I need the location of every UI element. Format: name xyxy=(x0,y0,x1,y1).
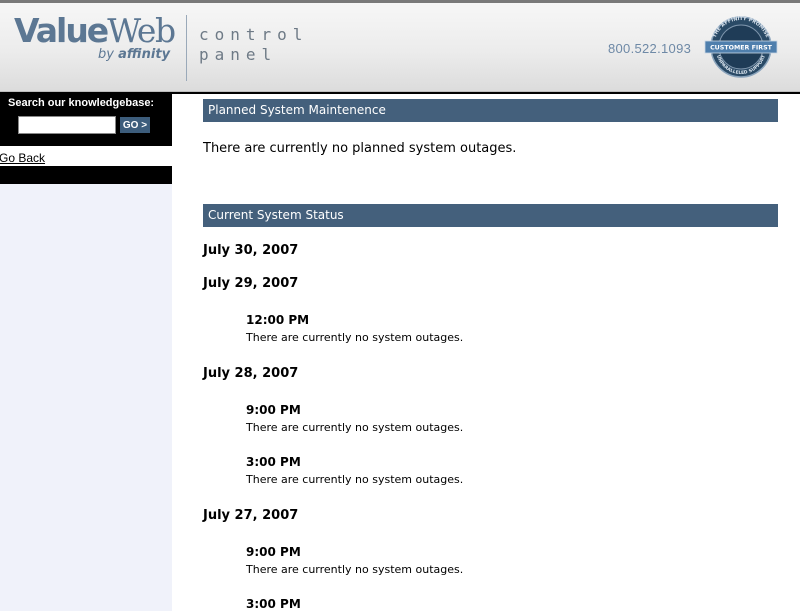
status-message: There are currently no system outages. xyxy=(246,473,464,486)
go-back-link[interactable]: Go Back xyxy=(0,151,45,165)
status-message: There are currently no system outages. xyxy=(246,563,464,576)
customer-first-badge-icon: THE AFFINITY PROMISE CUSTOMER FIRST UNPA… xyxy=(704,16,778,78)
knowledgebase-search-input[interactable] xyxy=(18,116,116,134)
product-title-line1: control xyxy=(199,25,309,44)
header-divider xyxy=(186,15,187,81)
logo-main-part-a: Value xyxy=(14,11,109,50)
planned-maintenance-text: There are currently no planned system ou… xyxy=(203,141,517,156)
search-label: Search our knowledgebase: xyxy=(8,97,155,109)
valueweb-logo[interactable]: ValueWeb xyxy=(14,11,176,50)
knowledgebase-search-box: Search our knowledgebase: GO > xyxy=(0,94,172,146)
go-button[interactable]: GO > xyxy=(120,117,150,133)
badge-center-text: CUSTOMER FIRST xyxy=(710,45,773,52)
status-time: 3:00 PM xyxy=(246,597,301,611)
status-message: There are currently no system outages. xyxy=(246,421,464,434)
sidebar-black-bar xyxy=(0,166,172,184)
status-date: July 28, 2007 xyxy=(203,366,299,381)
logo-sub-affinity: affinity xyxy=(118,47,171,62)
status-date: July 30, 2007 xyxy=(203,243,299,258)
status-date: July 27, 2007 xyxy=(203,508,299,523)
page-header: ValueWeb by affinity control panel 800.5… xyxy=(0,0,800,92)
status-message: There are currently no system outages. xyxy=(246,331,464,344)
logo-sub-by: by xyxy=(98,47,114,62)
logo-main-part-b: Web xyxy=(107,11,176,50)
current-status-header: Current System Status xyxy=(203,204,778,227)
sidebar: Search our knowledgebase: GO > Go Back xyxy=(0,94,172,611)
status-time: 12:00 PM xyxy=(246,313,310,327)
support-phone: 800.522.1093 xyxy=(608,41,692,56)
status-time: 9:00 PM xyxy=(246,403,301,417)
logo-sub: by affinity xyxy=(98,47,170,62)
product-title-line2: panel xyxy=(199,45,278,64)
status-time: 3:00 PM xyxy=(246,455,301,469)
planned-maintenance-header: Planned System Maintenence xyxy=(203,99,778,122)
status-time: 9:00 PM xyxy=(246,545,301,559)
status-date: July 29, 2007 xyxy=(203,276,299,291)
